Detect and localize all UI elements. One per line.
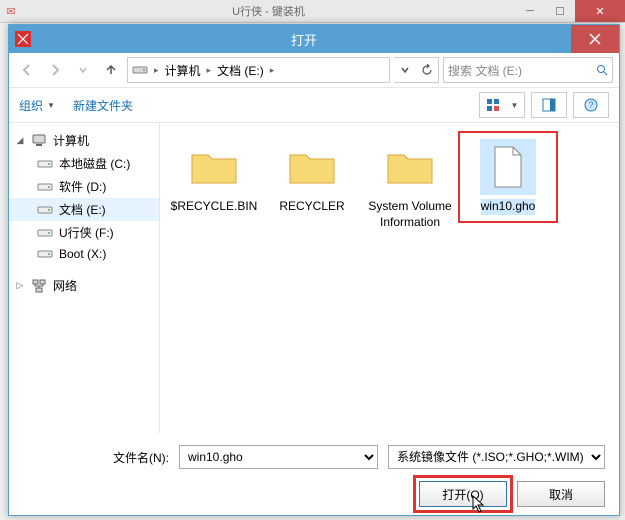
drive-icon xyxy=(37,247,53,261)
drive-icon xyxy=(132,62,148,78)
search-icon xyxy=(596,64,608,76)
dialog-titlebar: 打开 xyxy=(9,25,619,53)
drive-icon xyxy=(37,226,53,240)
help-icon: ? xyxy=(584,98,598,112)
preview-pane-icon xyxy=(542,98,556,112)
tree-node-drive-d[interactable]: 软件 (D:) xyxy=(9,175,159,198)
close-icon xyxy=(589,33,601,45)
filename-input[interactable]: win10.gho xyxy=(179,445,378,469)
chevron-down-icon xyxy=(401,66,409,74)
new-folder-button[interactable]: 新建文件夹 xyxy=(73,97,133,114)
bg-app-icon: ✉ xyxy=(0,0,22,22)
dialog-title: 打开 xyxy=(37,30,571,49)
address-bar[interactable]: ▸ 计算机 ▸ 文档 (E:) ▸ xyxy=(127,57,390,83)
view-mode-button[interactable]: ▼ xyxy=(479,92,525,118)
computer-icon xyxy=(31,133,47,149)
arrow-left-icon xyxy=(20,63,34,77)
arrow-right-icon xyxy=(48,63,62,77)
navigation-bar: ▸ 计算机 ▸ 文档 (E:) ▸ 搜索 文档 (E:) xyxy=(9,53,619,88)
refresh-icon xyxy=(421,64,433,76)
network-icon xyxy=(31,278,47,294)
file-item-folder[interactable]: System Volume Information xyxy=(364,135,456,234)
background-window-titlebar: ✉ U行侠 - 键装机 ─ ☐ ✕ xyxy=(0,0,625,23)
chevron-right-icon: ▸ xyxy=(270,65,275,76)
folder-icon xyxy=(190,147,238,187)
tree-node-drive-c[interactable]: 本地磁盘 (C:) xyxy=(9,152,159,175)
bg-close-button[interactable]: ✕ xyxy=(575,0,625,22)
tree-node-drive-e[interactable]: 文档 (E:) xyxy=(9,198,159,221)
nav-back-button[interactable] xyxy=(15,58,39,82)
folder-icon xyxy=(386,147,434,187)
breadcrumb-segment[interactable]: 计算机 xyxy=(165,62,201,79)
file-icon xyxy=(491,145,525,189)
drive-icon xyxy=(37,180,53,194)
open-file-dialog: 打开 ▸ 计算机 ▸ 文档 (E:) ▸ xyxy=(8,24,620,516)
organize-menu[interactable]: 组织 ▼ xyxy=(19,97,55,114)
help-button[interactable]: ? xyxy=(573,92,609,118)
dialog-footer: 文件名(N): win10.gho 系统镜像文件 (*.ISO;*.GHO;*.… xyxy=(9,433,619,519)
chevron-down-icon: ▼ xyxy=(47,101,55,110)
search-input[interactable]: 搜索 文档 (E:) xyxy=(443,57,613,83)
breadcrumb-segment[interactable]: 文档 (E:) xyxy=(217,62,264,79)
dialog-app-icon xyxy=(9,25,37,53)
tree-node-computer[interactable]: ◢ 计算机 xyxy=(9,129,159,152)
navigation-tree[interactable]: ◢ 计算机 本地磁盘 (C:) 软件 (D:) 文档 (E:) U行侠 (F:)… xyxy=(9,123,160,433)
tree-twisty-icon[interactable]: ◢ xyxy=(15,135,25,146)
drive-icon xyxy=(37,203,53,217)
tree-node-network[interactable]: ▷网络 xyxy=(9,274,159,297)
bg-title: U行侠 - 键装机 xyxy=(22,3,515,19)
bg-maximize-button[interactable]: ☐ xyxy=(545,0,575,22)
file-list[interactable]: $RECYCLE.BIN RECYCLER System Volume Info… xyxy=(160,123,619,433)
address-dropdown-button[interactable] xyxy=(394,58,416,82)
nav-forward-button[interactable] xyxy=(43,58,67,82)
preview-pane-button[interactable] xyxy=(531,92,567,118)
bg-minimize-button[interactable]: ─ xyxy=(515,0,545,22)
svg-text:?: ? xyxy=(588,100,593,110)
nav-up-button[interactable] xyxy=(99,58,123,82)
file-item-gho[interactable]: win10.gho xyxy=(462,135,554,219)
nav-recent-dropdown[interactable] xyxy=(71,58,95,82)
filename-label: 文件名(N): xyxy=(109,449,169,466)
chevron-down-icon: ▼ xyxy=(511,101,519,110)
search-placeholder: 搜索 文档 (E:) xyxy=(448,62,590,79)
view-icons-icon xyxy=(486,98,500,112)
folder-icon xyxy=(288,147,336,187)
drive-icon xyxy=(37,157,53,171)
file-item-folder[interactable]: RECYCLER xyxy=(266,135,358,219)
dialog-close-button[interactable] xyxy=(571,25,619,53)
tree-twisty-icon[interactable]: ▷ xyxy=(15,280,25,291)
file-item-folder[interactable]: $RECYCLE.BIN xyxy=(168,135,260,219)
file-type-filter[interactable]: 系统镜像文件 (*.ISO;*.GHO;*.WIM) xyxy=(388,445,605,469)
tree-node-drive-x[interactable]: Boot (X:) xyxy=(9,244,159,264)
chevron-down-icon xyxy=(79,66,87,74)
chevron-right-icon: ▸ xyxy=(154,65,159,76)
arrow-up-icon xyxy=(104,63,118,77)
open-button[interactable]: 打开(O) xyxy=(419,481,507,507)
command-bar: 组织 ▼ 新建文件夹 ▼ ? xyxy=(9,88,619,123)
chevron-right-icon: ▸ xyxy=(207,65,212,76)
tree-node-drive-f[interactable]: U行侠 (F:) xyxy=(9,221,159,244)
cancel-button[interactable]: 取消 xyxy=(517,481,605,507)
address-refresh-button[interactable] xyxy=(416,58,438,82)
